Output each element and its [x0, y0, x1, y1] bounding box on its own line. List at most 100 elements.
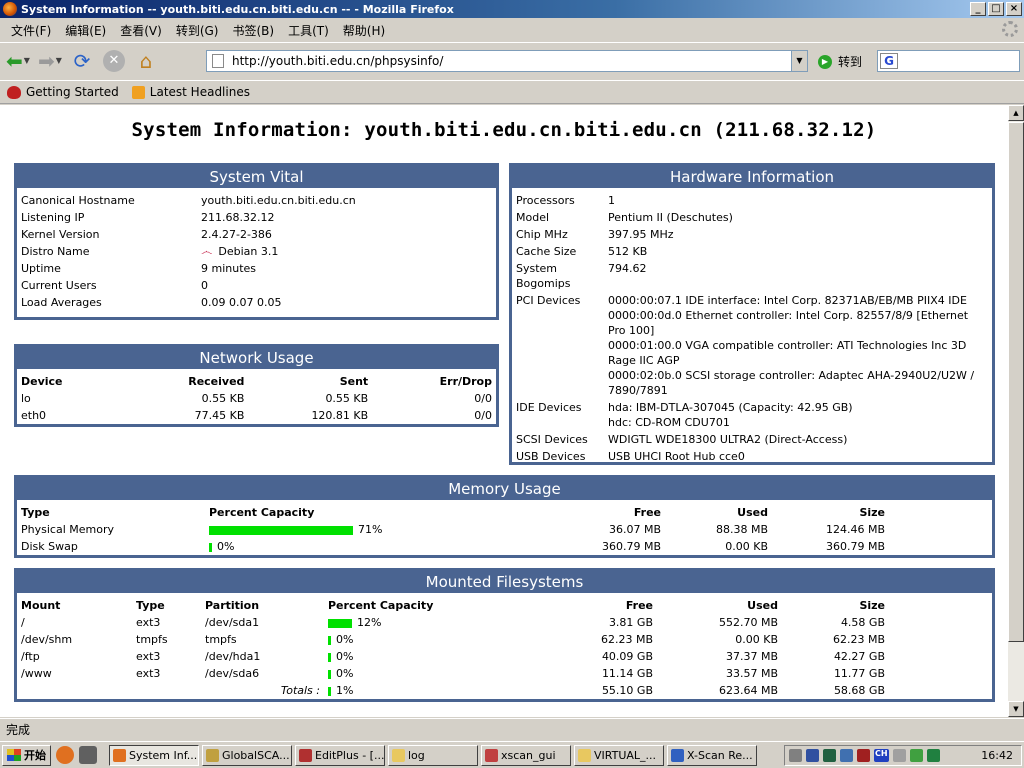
- column-header: Sent: [339, 375, 369, 388]
- scroll-up-icon[interactable]: ▲: [1008, 105, 1024, 121]
- table-row: Chip MHz 397.95 MHz: [512, 226, 992, 243]
- fs-size: 4.58 GB: [840, 616, 885, 629]
- address-bar[interactable]: http://youth.biti.edu.cn/phpsysinfo/ ▼: [206, 50, 808, 72]
- menu-go[interactable]: 转到(G): [169, 22, 226, 39]
- search-input[interactable]: G: [877, 50, 1020, 72]
- back-button[interactable]: ⬅ ▼: [4, 47, 32, 75]
- url-dropdown-icon[interactable]: ▼: [791, 51, 807, 71]
- capacity-bar: [328, 686, 331, 696]
- tray-icon[interactable]: [806, 749, 819, 762]
- stop-button[interactable]: ✕: [100, 47, 128, 75]
- minimize-button[interactable]: _: [970, 2, 986, 16]
- keyboard-icon[interactable]: [892, 749, 906, 762]
- bookmark-getting-started[interactable]: Getting Started: [7, 85, 119, 99]
- fs-partition: /dev/sda1: [205, 616, 260, 629]
- capacity-bar: [209, 525, 353, 535]
- bookmark-icon: [7, 85, 21, 99]
- totals-size: 58.68 GB: [833, 684, 885, 697]
- table-row: Processors 1: [512, 192, 992, 209]
- go-button[interactable]: ▶ 转到: [818, 53, 862, 70]
- task-log[interactable]: log: [388, 744, 478, 766]
- percent-capacity-cell: 0%: [324, 648, 564, 665]
- url-text[interactable]: http://youth.biti.edu.cn/phpsysinfo/: [232, 54, 443, 68]
- column-header: Mount: [21, 599, 61, 612]
- tray-icon[interactable]: [909, 749, 923, 762]
- fs-type: ext3: [136, 650, 161, 663]
- vertical-scrollbar[interactable]: ▲ ▼: [1008, 105, 1024, 717]
- navigation-toolbar: ⬅ ▼ ➡ ▼ ⟳ ✕ ⌂ http://youth.biti.edu.cn/php…: [0, 42, 1024, 78]
- task-editplus[interactable]: EditPlus - [...: [295, 744, 385, 766]
- reload-button[interactable]: ⟳: [68, 47, 96, 75]
- bookmark-label: Latest Headlines: [149, 85, 250, 99]
- hardware-value: USB UHCI Root Hub cce0: [608, 450, 745, 463]
- back-dropdown-icon[interactable]: ▼: [24, 56, 30, 65]
- firefox-icon: [3, 2, 17, 16]
- vital-value: 2.4.27-2-386: [201, 228, 272, 241]
- table-row: USB Devices USB UHCI Root Hub cce0: [512, 448, 992, 465]
- tray-icon[interactable]: [823, 749, 836, 762]
- forward-arrow-icon: ➡: [38, 48, 55, 73]
- firefox-quicklaunch-icon[interactable]: [56, 746, 74, 764]
- home-icon: ⌂: [139, 48, 153, 73]
- menu-tools[interactable]: 工具(T): [281, 22, 336, 39]
- menu-view[interactable]: 查看(V): [113, 22, 169, 39]
- memory-size: 124.46 MB: [825, 523, 885, 536]
- totals-label: Totals :: [280, 684, 320, 697]
- page-title: System Information: youth.biti.edu.cn.bi…: [131, 119, 877, 141]
- close-button[interactable]: ×: [1006, 2, 1022, 16]
- vital-label: Canonical Hostname: [21, 194, 135, 207]
- percent-label: 71%: [358, 523, 383, 536]
- task-globalscan[interactable]: GlobalSCA...: [202, 744, 292, 766]
- folder-icon: [392, 748, 405, 762]
- table-row: Canonical Hostname youth.biti.edu.cn.biti…: [17, 192, 496, 209]
- forward-dropdown-icon[interactable]: ▼: [56, 56, 62, 65]
- mounted-filesystems-panel: Mounted Filesystems Mount Type Partition Pe…: [14, 568, 995, 702]
- home-button[interactable]: ⌂: [132, 47, 160, 75]
- table-row: Load Averages 0.09 0.07 0.05: [17, 294, 496, 311]
- scroll-thumb[interactable]: [1008, 122, 1024, 642]
- task-virtual[interactable]: VIRTUAL_...: [574, 744, 664, 766]
- windows-taskbar: 开始 System Inf... GlobalSCA... EditPlus -…: [0, 741, 1024, 768]
- vital-value-cell: 0: [197, 277, 496, 294]
- antivirus-icon[interactable]: [857, 749, 870, 762]
- menu-file[interactable]: 文件(F): [4, 22, 58, 39]
- percent-label: 0%: [336, 650, 354, 663]
- language-indicator[interactable]: CH: [874, 749, 889, 762]
- menu-help[interactable]: 帮助(H): [336, 22, 392, 39]
- network-icon[interactable]: [840, 749, 853, 762]
- quicklaunch-icon[interactable]: [79, 746, 97, 764]
- volume-icon[interactable]: [789, 749, 802, 762]
- tray-icon[interactable]: [926, 749, 940, 762]
- window-title-bar[interactable]: System Information -- youth.biti.edu.cn.…: [0, 0, 1024, 18]
- vital-value-cell: 9 minutes: [197, 260, 496, 277]
- menu-bookmarks[interactable]: 书签(B): [225, 22, 281, 39]
- hardware-value: WDIGTL WDE18300 ULTRA2 (Direct-Access): [608, 433, 848, 446]
- google-search-icon[interactable]: G: [880, 53, 898, 69]
- bookmark-latest-headlines[interactable]: Latest Headlines: [131, 85, 250, 99]
- forward-button[interactable]: ➡ ▼: [36, 47, 64, 75]
- fs-size: 11.77 GB: [833, 667, 885, 680]
- hardware-value: 512 KB: [608, 245, 648, 258]
- hardware-label: Cache Size: [516, 245, 577, 258]
- bookmarks-toolbar: Getting Started Latest Headlines: [0, 80, 1024, 104]
- table-row: Cache Size 512 KB: [512, 243, 992, 260]
- task-xscan-gui[interactable]: xscan_gui: [481, 744, 571, 766]
- table-row: SCSI Devices WDIGTL WDE18300 ULTRA2 (Dire…: [512, 431, 992, 448]
- task-system-information[interactable]: System Inf...: [109, 744, 199, 766]
- maximize-button[interactable]: □: [988, 2, 1004, 16]
- totals-used: 623.64 MB: [718, 684, 778, 697]
- task-label: GlobalSCA...: [222, 748, 290, 762]
- task-label: VIRTUAL_...: [594, 748, 657, 762]
- scroll-down-icon[interactable]: ▼: [1008, 701, 1024, 717]
- vital-value: 211.68.32.12: [201, 211, 275, 224]
- task-label: xscan_gui: [501, 748, 556, 762]
- menu-edit[interactable]: 编辑(E): [58, 22, 113, 39]
- table-row: PCI Devices 0000:00:07.1 IDE interface: I…: [512, 292, 992, 399]
- fs-mount: /www: [21, 667, 52, 680]
- memory-used: 0.00 KB: [725, 540, 768, 553]
- table-row: Kernel Version 2.4.27-2-386: [17, 226, 496, 243]
- start-label: 开始: [24, 749, 46, 762]
- start-button[interactable]: 开始: [2, 744, 51, 766]
- fs-partition: /dev/hda1: [205, 650, 261, 663]
- task-xscan-report[interactable]: X-Scan Re...: [667, 744, 757, 766]
